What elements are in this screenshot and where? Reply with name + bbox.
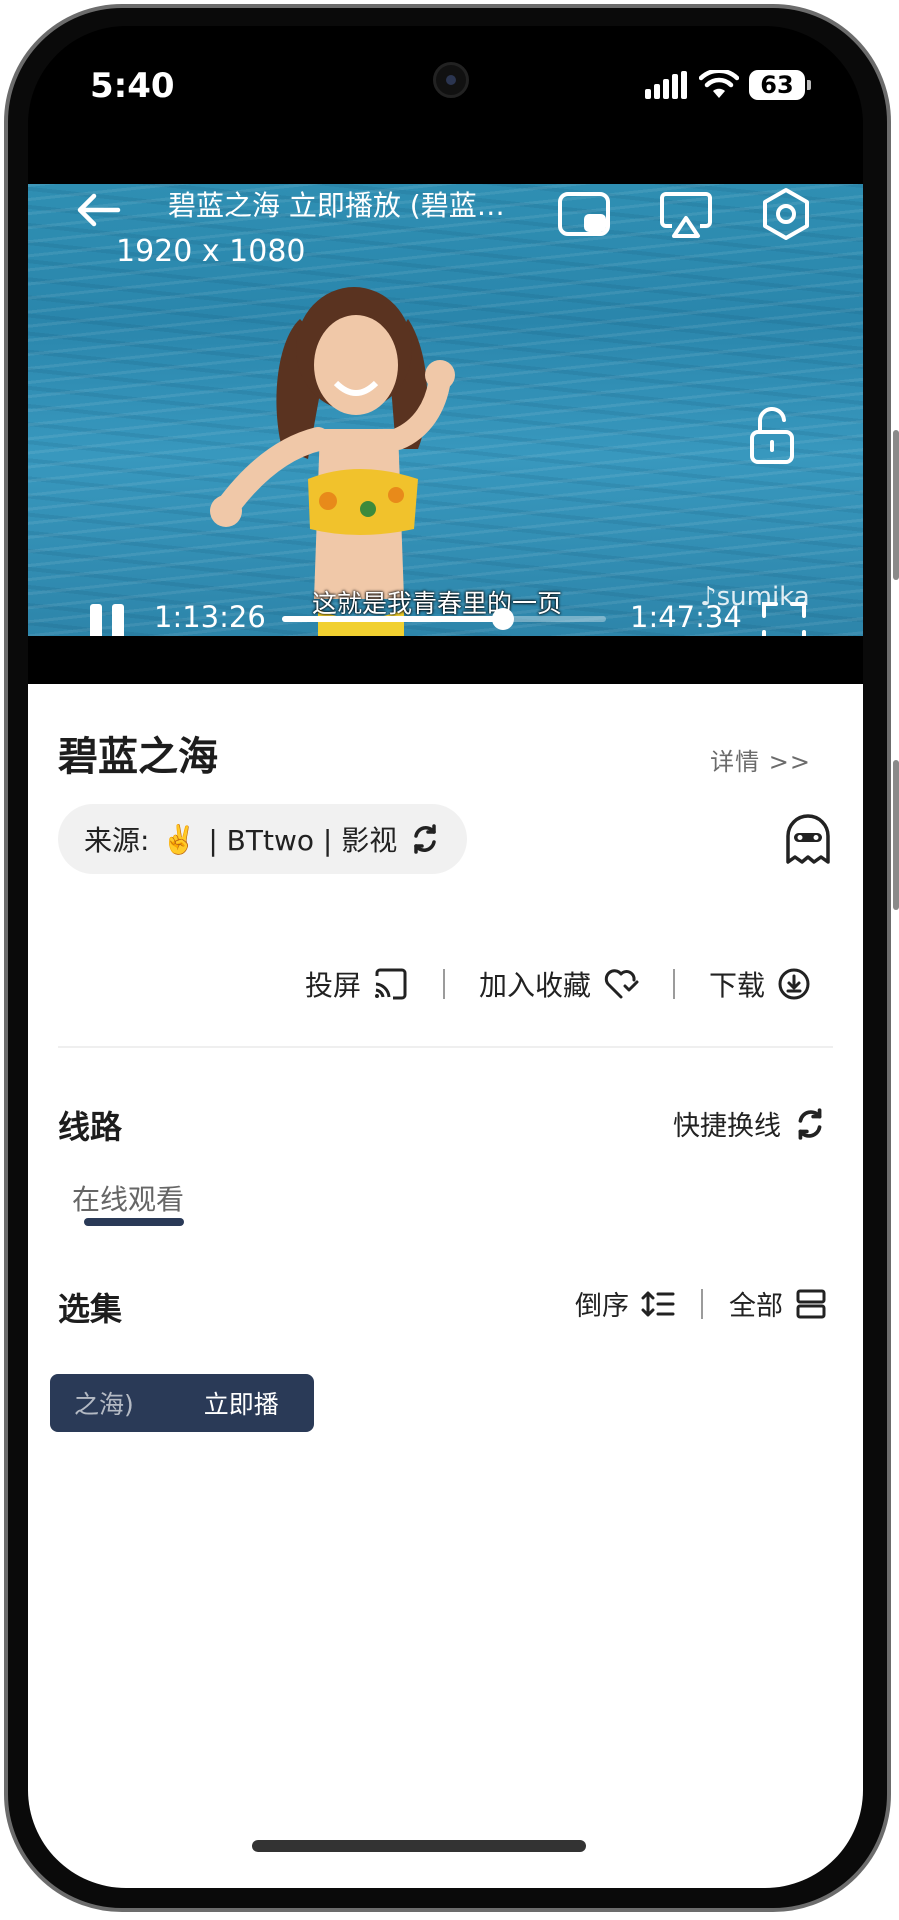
victory-hand-icon: ✌️ bbox=[161, 822, 197, 856]
battery-indicator: 63 bbox=[749, 70, 811, 100]
home-indicator[interactable] bbox=[252, 1840, 586, 1852]
download-label: 下载 bbox=[708, 969, 765, 1002]
cast-label: 投屏 bbox=[304, 969, 361, 1002]
video-resolution: 1920 x 1080 bbox=[116, 234, 306, 269]
current-time: 1:13:26 bbox=[154, 600, 266, 634]
pause-icon[interactable] bbox=[88, 602, 132, 636]
fullscreen-icon[interactable] bbox=[762, 602, 806, 636]
wifi-icon bbox=[699, 70, 739, 98]
episodes-heading: 选集 bbox=[58, 1290, 123, 1328]
divider bbox=[442, 969, 445, 999]
picture-in-picture-icon[interactable] bbox=[556, 186, 612, 242]
active-tab-indicator bbox=[84, 1218, 184, 1226]
tab-online-watch[interactable]: 在线观看 bbox=[72, 1178, 184, 1218]
video-figure bbox=[210, 287, 455, 636]
settings-hexagon-icon[interactable] bbox=[758, 186, 814, 242]
sort-icon[interactable] bbox=[641, 1289, 675, 1319]
all-episodes-button[interactable]: 全部 bbox=[729, 1284, 783, 1323]
progress-track[interactable] bbox=[282, 608, 606, 630]
episode-item[interactable]: 之海) 立即播 bbox=[50, 1374, 314, 1432]
detail-panel: 碧蓝之海 详情 >> 来源: ✌️ | BTtwo | 影视 投屏 加入收藏 下… bbox=[28, 684, 863, 1888]
cast-button[interactable]: 投屏 bbox=[305, 964, 409, 1004]
progress-fill bbox=[282, 616, 504, 622]
ghost-icon[interactable] bbox=[783, 814, 833, 866]
action-bar: 投屏 加入收藏 下载 bbox=[305, 964, 811, 1004]
list-layout-icon[interactable] bbox=[795, 1288, 827, 1320]
video-name: 碧蓝之海 bbox=[58, 734, 218, 780]
airplay-icon[interactable] bbox=[658, 186, 714, 242]
favorite-label: 加入收藏 bbox=[478, 969, 591, 1002]
detail-link[interactable]: 详情 >> bbox=[710, 742, 811, 777]
video-subtitle: 这就是我青春里的一页 bbox=[312, 589, 563, 618]
refresh-icon bbox=[798, 1107, 822, 1140]
lines-heading: 线路 bbox=[58, 1108, 123, 1146]
divider bbox=[672, 969, 675, 999]
heart-check-icon bbox=[604, 969, 639, 999]
side-button bbox=[893, 760, 899, 910]
episode-label-part: 之海) bbox=[74, 1390, 134, 1419]
status-time: 5:40 bbox=[90, 66, 175, 106]
source-name: | BTtwo | 影视 bbox=[208, 824, 398, 857]
back-arrow-icon[interactable] bbox=[74, 190, 124, 230]
source-selector[interactable]: 来源: ✌️ | BTtwo | 影视 bbox=[58, 804, 468, 874]
front-camera bbox=[433, 62, 469, 98]
signal-bars-icon bbox=[645, 71, 687, 99]
video-title: 碧蓝之海 立即播放 (碧蓝之海) bbox=[168, 189, 518, 222]
episode-controls: 倒序 全部 bbox=[575, 1284, 827, 1323]
favorite-button[interactable]: 加入收藏 bbox=[479, 964, 639, 1004]
video-player[interactable]: 碧蓝之海 立即播放 (碧蓝之海) 1920 x 1080 这就是我青春里的一页 … bbox=[28, 184, 863, 636]
status-icons: 63 bbox=[645, 70, 811, 100]
total-time: 1:47:34 bbox=[630, 600, 742, 634]
download-button[interactable]: 下载 bbox=[709, 964, 811, 1004]
source-label: 来源: bbox=[84, 824, 150, 857]
phone-frame: 5:40 63 碧蓝之海 立即播放 (碧蓝之海) 1920 x 1080 这就是… bbox=[0, 0, 899, 1920]
quick-switch-label: 快捷换线 bbox=[673, 1111, 781, 1142]
reverse-order-button[interactable]: 倒序 bbox=[575, 1284, 629, 1323]
divider bbox=[701, 1288, 703, 1319]
cast-icon bbox=[374, 968, 407, 1000]
episode-label-part: 立即播 bbox=[203, 1390, 279, 1419]
refresh-icon bbox=[414, 824, 436, 854]
download-icon bbox=[778, 968, 810, 1000]
phone-screen: 5:40 63 碧蓝之海 立即播放 (碧蓝之海) 1920 x 1080 这就是… bbox=[28, 26, 863, 1888]
unlock-icon[interactable] bbox=[746, 406, 798, 466]
side-button bbox=[893, 430, 899, 580]
quick-switch-button[interactable]: 快捷换线 bbox=[673, 1104, 827, 1143]
section-divider bbox=[58, 1046, 833, 1048]
